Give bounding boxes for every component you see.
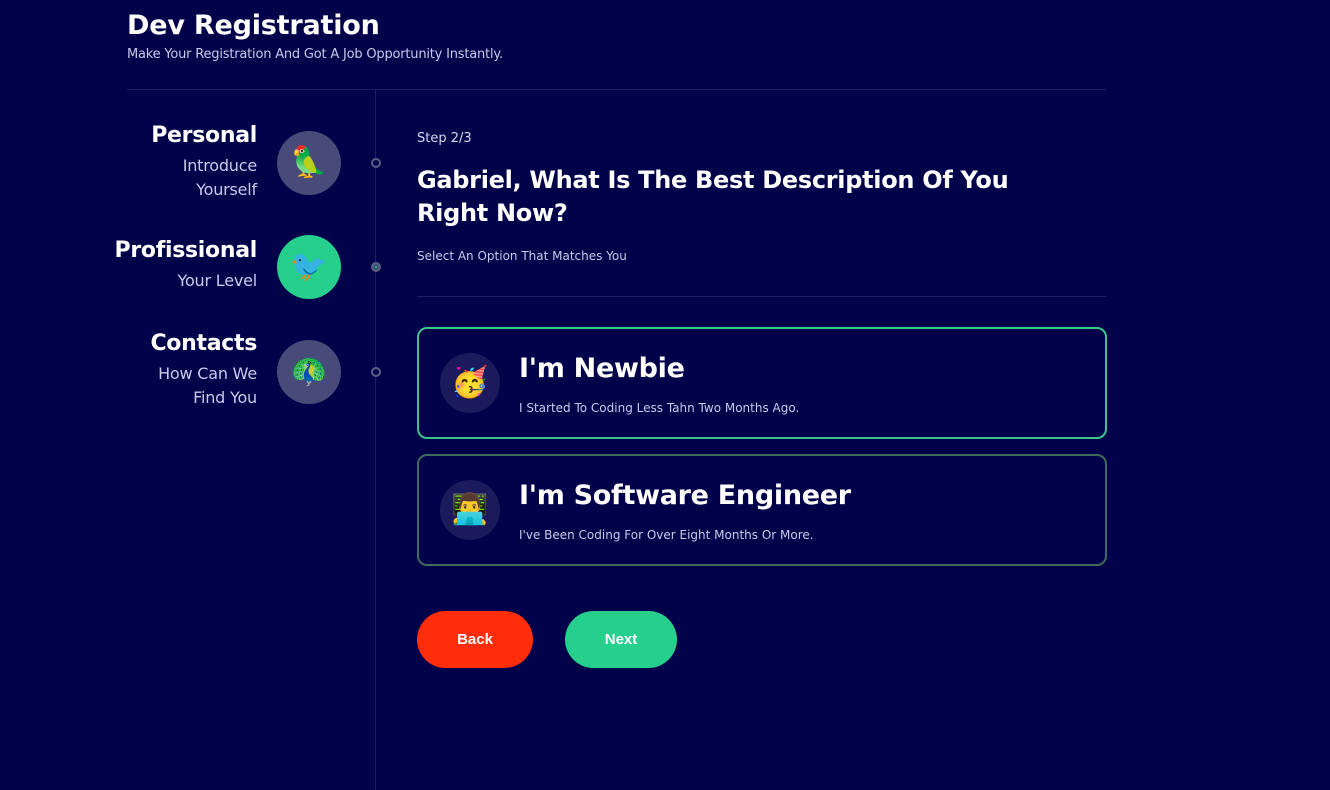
option-software-engineer[interactable]: 👨‍💻 I'm Software Engineer I've Been Codi… <box>417 454 1107 566</box>
step-title: Contacts <box>150 331 257 356</box>
page-subtitle: Make Your Registration And Got A Job Opp… <box>127 47 503 62</box>
step-counter: Step 2/3 <box>417 131 472 146</box>
option-description: I Started To Coding Less Tahn Two Months… <box>519 401 800 415</box>
question-hint: Select An Option That Matches You <box>417 249 627 263</box>
peacock-icon: 🦚 <box>277 340 341 404</box>
step-dot <box>371 158 381 168</box>
main-divider <box>417 296 1107 297</box>
step-dot <box>371 262 381 272</box>
option-description: I've Been Coding For Over Eight Months O… <box>519 528 814 542</box>
option-title: I'm Newbie <box>519 353 685 384</box>
step-title: Profissional <box>114 238 258 263</box>
step-dot <box>371 367 381 377</box>
step-subtitle-line2: Find You <box>193 388 257 407</box>
page-header: Dev Registration Make Your Registration … <box>127 10 1107 62</box>
step-subtitle-line1: How Can We <box>158 364 257 383</box>
step-subtitle-line1: Your Level <box>177 271 258 290</box>
registration-page: Dev Registration Make Your Registration … <box>0 0 1330 790</box>
option-newbie[interactable]: 🥳 I'm Newbie I Started To Coding Less Ta… <box>417 327 1107 439</box>
option-title: I'm Software Engineer <box>519 480 851 511</box>
bird-icon: 🐦 <box>277 235 341 299</box>
step-title: Personal <box>151 123 257 148</box>
steps-sidebar: Personal Introduce Yourself 🦜 Profission… <box>0 90 381 790</box>
step-subtitle-line2: Yourself <box>196 180 257 199</box>
back-button[interactable]: Back <box>417 611 533 668</box>
question-title: Gabriel, What Is The Best Description Of… <box>417 166 1009 227</box>
page-title: Dev Registration <box>127 10 380 41</box>
step-subtitle-line1: Introduce <box>182 156 257 175</box>
parrot-icon: 🦜 <box>277 131 341 195</box>
party-face-icon: 🥳 <box>440 353 500 413</box>
technologist-icon: 👨‍💻 <box>440 480 500 540</box>
next-button[interactable]: Next <box>565 611 677 668</box>
